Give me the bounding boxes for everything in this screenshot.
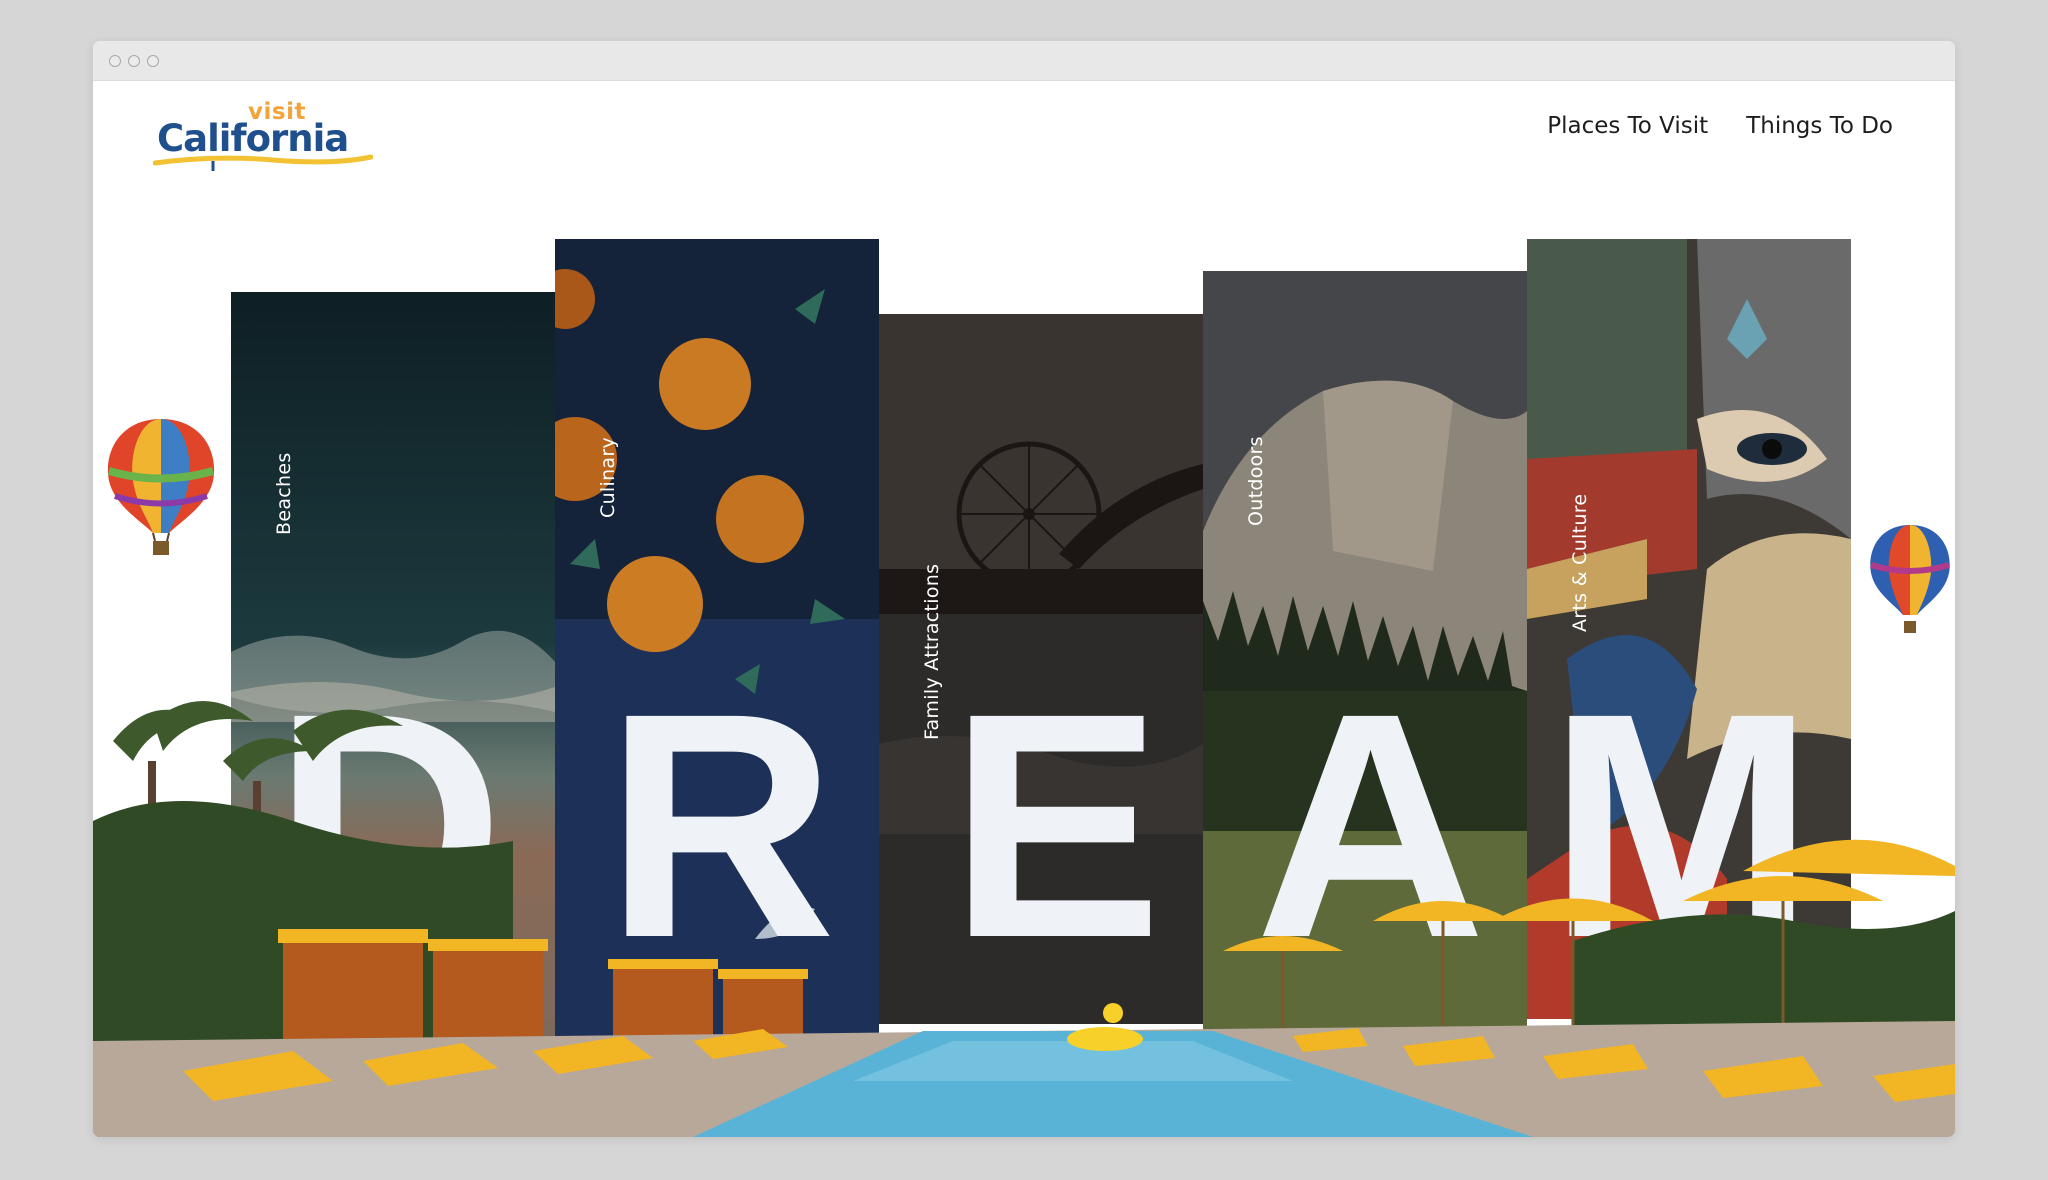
nav-things-to-do[interactable]: Things To Do xyxy=(1746,113,1893,139)
browser-window: visit California Places To Visit Things … xyxy=(93,41,1955,1137)
dream-letter-r: R xyxy=(605,646,837,1004)
dream-letter-e: E xyxy=(949,646,1163,1004)
dream-letter-a: A xyxy=(1255,646,1487,1004)
window-titlebar xyxy=(93,41,1955,81)
category-label-culinary: Culinary xyxy=(597,436,619,518)
category-label-arts-culture: Arts & Culture xyxy=(1569,493,1591,632)
window-minimize-dot-icon[interactable] xyxy=(128,55,140,67)
category-label-beaches: Beaches xyxy=(273,452,295,535)
dream-letter-m: M xyxy=(1548,646,1815,1004)
hot-air-balloon-icon-right xyxy=(1870,525,1950,633)
window-close-dot-icon[interactable] xyxy=(109,55,121,67)
main-nav: Places To Visit Things To Do xyxy=(1547,113,1893,139)
logo-swoosh-icon xyxy=(153,154,373,171)
category-label-outdoors: Outdoors xyxy=(1245,436,1267,526)
visit-california-logo[interactable]: visit California xyxy=(153,99,373,199)
dream-letter-d: D xyxy=(273,646,505,1004)
dream-heading: D R E A M xyxy=(93,665,1955,985)
hot-air-balloon-icon xyxy=(107,419,215,555)
nav-places-to-visit[interactable]: Places To Visit xyxy=(1547,113,1708,139)
window-maximize-dot-icon[interactable] xyxy=(147,55,159,67)
